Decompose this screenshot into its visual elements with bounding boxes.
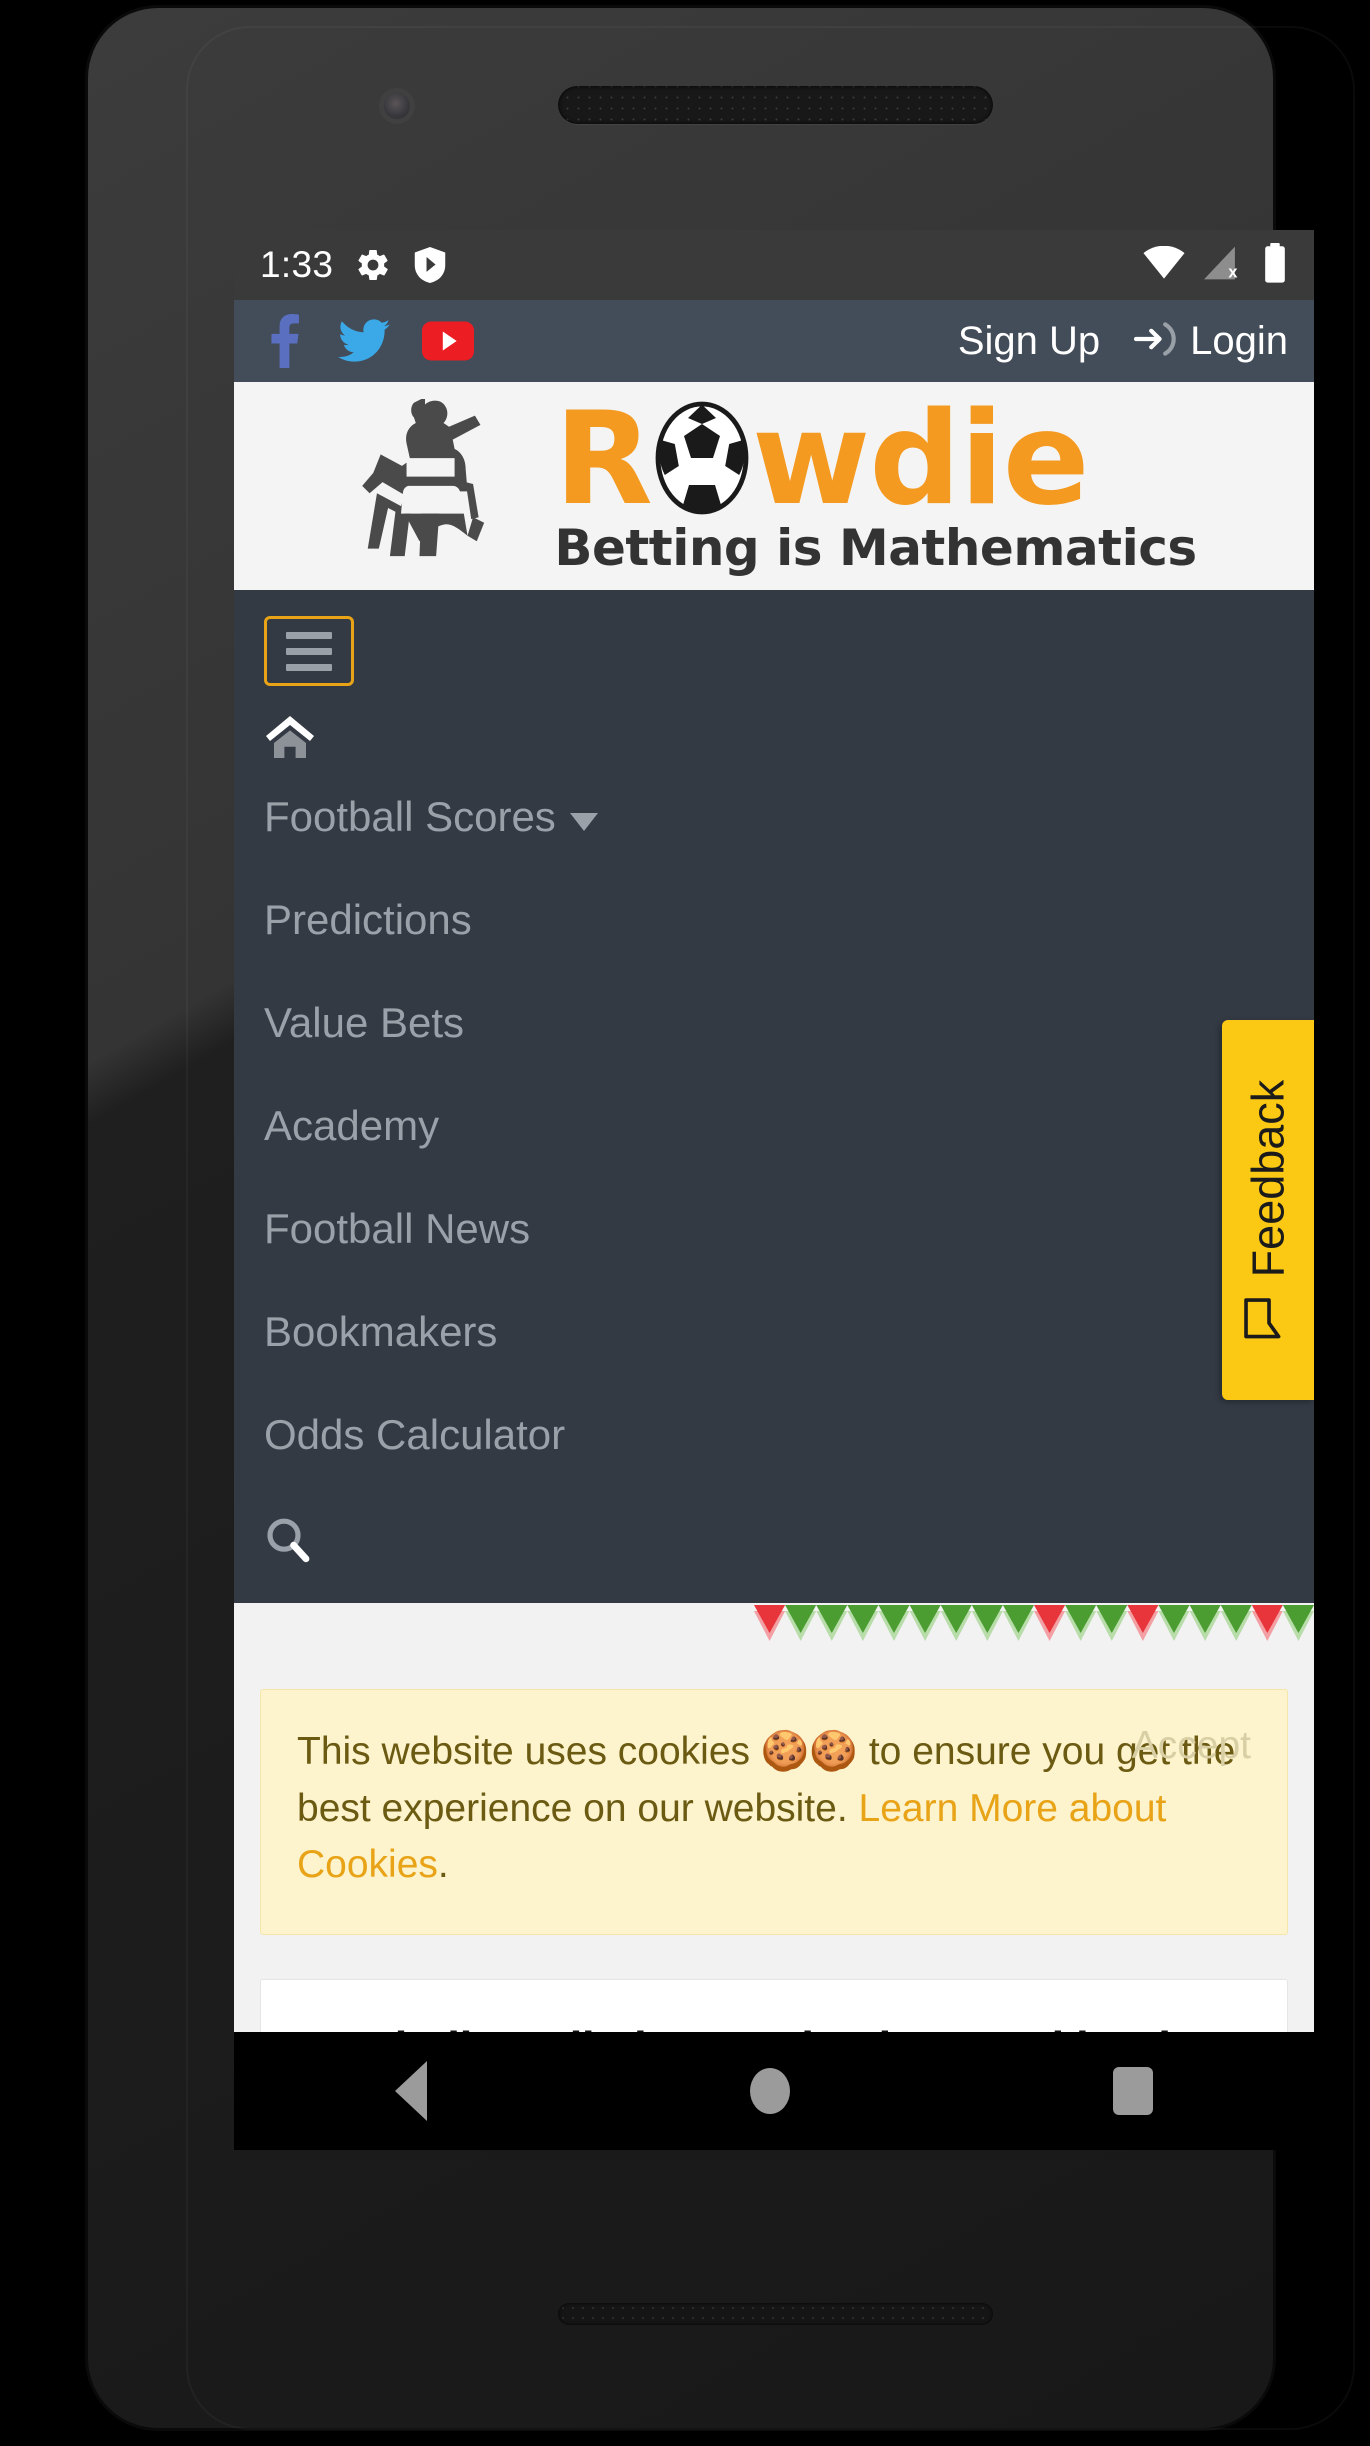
login-label: Login (1190, 318, 1288, 363)
form-indicator-band (234, 1603, 1314, 1649)
login-arrow-icon (1134, 320, 1178, 363)
soccer-ball-icon (652, 400, 752, 521)
chevron-down-icon (569, 793, 598, 841)
wifi-icon (1142, 245, 1186, 285)
twitter-icon[interactable] (338, 317, 390, 365)
brand-wordmark: R wdie Betting is Mathematics (554, 385, 1197, 577)
nav-item-label: Academy (264, 1102, 440, 1149)
nav-item-label: Football News (264, 1205, 531, 1252)
social-auth-bar: Sign Up Login (234, 300, 1314, 382)
nav-item-label: Predictions (264, 896, 472, 943)
battery-icon (1262, 242, 1288, 288)
batsman-mascot-icon (351, 396, 536, 574)
bottom-speaker (558, 2303, 993, 2325)
back-triangle-icon[interactable] (395, 2061, 428, 2121)
hamburger-icon-bar (286, 631, 332, 639)
hamburger-icon-bar (286, 663, 332, 671)
cookie-banner-text: This website uses cookies 🍪🍪 to ensure y… (297, 1724, 1251, 1894)
status-right-icons: x (1142, 242, 1288, 288)
auth-links: Sign Up Login (958, 319, 1288, 364)
home-circle-icon[interactable] (749, 2068, 790, 2114)
gear-icon (355, 247, 391, 283)
nav-item-odds-calculator[interactable]: Odds Calculator (264, 1383, 1284, 1486)
android-navigation-bar (234, 2032, 1314, 2150)
youtube-icon[interactable] (422, 321, 474, 361)
brand-name-part2: wdie (751, 385, 1090, 535)
main-navigation-panel: Football Scores Predictions Value Bets A… (234, 590, 1314, 1603)
nav-item-label: Bookmakers (264, 1308, 498, 1355)
nav-item-home[interactable] (264, 714, 1284, 765)
accept-cookies-button[interactable]: Accept (1132, 1724, 1251, 1768)
nav-item-predictions[interactable]: Predictions (264, 868, 1284, 971)
feedback-tab-button[interactable]: Feedback (1222, 1020, 1314, 1400)
nav-item-academy[interactable]: Academy (264, 1074, 1284, 1177)
nav-item-football-scores[interactable]: Football Scores (264, 765, 1284, 868)
search-icon (264, 1518, 312, 1568)
nav-item-label: Football Scores (264, 793, 556, 840)
cookie-consent-banner: This website uses cookies 🍪🍪 to ensure y… (260, 1689, 1288, 1935)
hamburger-menu-button[interactable] (264, 616, 354, 686)
brand-tagline: Betting is Mathematics (554, 518, 1197, 577)
recents-square-icon[interactable] (1112, 2067, 1153, 2115)
nav-search-button[interactable] (264, 1486, 1284, 1569)
hamburger-icon-bar (286, 647, 332, 655)
feedback-tab-label: Feedback (1242, 1079, 1293, 1277)
earpiece-speaker (558, 86, 993, 124)
login-button[interactable]: Login (1134, 319, 1288, 364)
facebook-icon[interactable] (260, 314, 306, 368)
brand-name-part1: R (554, 385, 653, 535)
svg-text:x: x (1228, 263, 1237, 279)
cookie-emoji-icon: 🍪🍪 (760, 1730, 858, 1773)
front-camera (384, 93, 410, 119)
nav-item-value-bets[interactable]: Value Bets (264, 971, 1284, 1074)
feedback-tab-inner: Feedback (1240, 1079, 1297, 1341)
cellular-no-sim-icon: x (1204, 246, 1244, 285)
cookie-text-before: This website uses cookies (297, 1730, 761, 1773)
speech-bubble-icon (1240, 1295, 1297, 1341)
shield-play-icon (413, 247, 447, 283)
android-status-bar: 1:33 x (234, 230, 1314, 300)
phone-screen: 1:33 x Sign Up Login R wdie Betting is M… (234, 230, 1314, 2150)
form-zigzag-icon (754, 1605, 1314, 1641)
nav-item-label: Value Bets (264, 999, 465, 1046)
cookie-text-after: . (437, 1843, 449, 1887)
nav-item-bookmakers[interactable]: Bookmakers (264, 1280, 1284, 1383)
nav-item-football-news[interactable]: Football News (264, 1177, 1284, 1280)
nav-item-label: Odds Calculator (264, 1411, 566, 1458)
phone-device-frame: 1:33 x Sign Up Login R wdie Betting is M… (88, 8, 1355, 2430)
sign-up-button[interactable]: Sign Up (958, 319, 1100, 364)
site-logo-band[interactable]: R wdie Betting is Mathematics (234, 382, 1314, 590)
status-clock: 1:33 (260, 244, 334, 285)
home-icon (264, 716, 316, 764)
